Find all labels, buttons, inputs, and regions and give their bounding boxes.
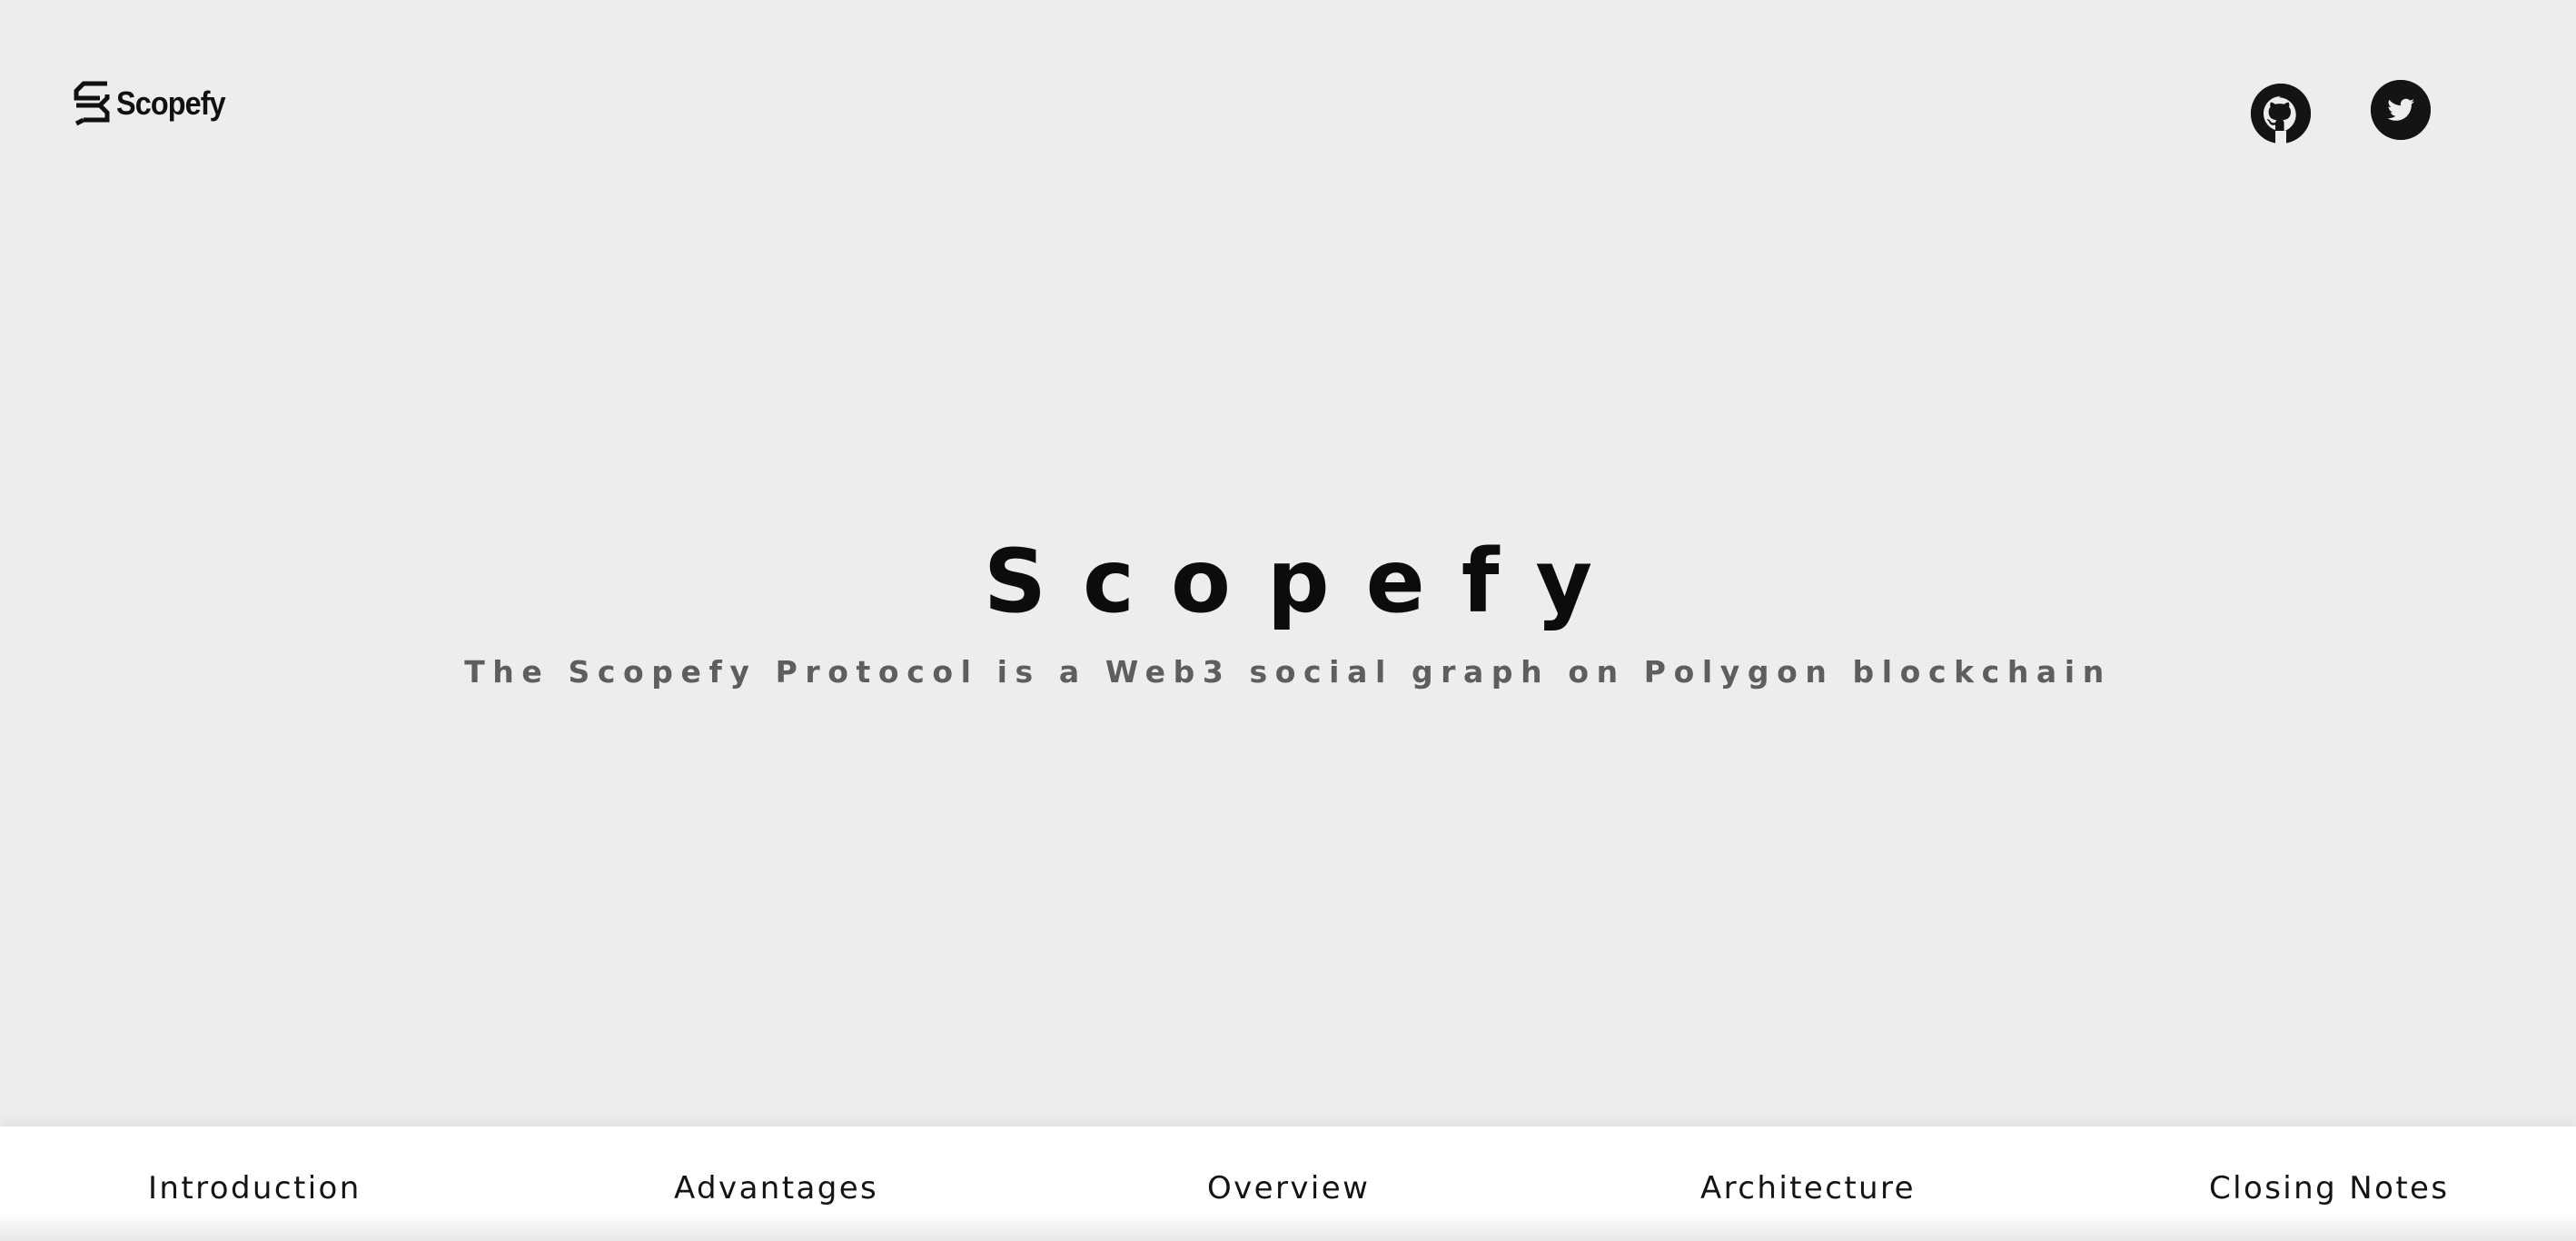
twitter-link[interactable]: [2371, 80, 2431, 140]
page: Scopefy Scopefy The Scopefy Protocol is …: [0, 0, 2576, 1241]
scopefy-logo-icon: [74, 81, 110, 126]
nav-bottom-shadow: [0, 1214, 2576, 1241]
nav-item-closing-notes[interactable]: Closing Notes: [2209, 1168, 2450, 1208]
section-nav: Introduction Advantages Overview Archite…: [0, 1127, 2576, 1241]
hero-title: Scopefy: [983, 531, 1630, 632]
hero-subtitle: The Scopefy Protocol is a Web3 social gr…: [464, 654, 2112, 690]
logo-text: Scopefy: [116, 84, 226, 122]
github-link[interactable]: [2251, 84, 2311, 144]
nav-item-architecture[interactable]: Architecture: [1700, 1168, 1916, 1208]
nav-item-advantages[interactable]: Advantages: [674, 1168, 878, 1208]
github-icon: [2251, 84, 2311, 144]
nav-item-introduction[interactable]: Introduction: [148, 1168, 362, 1208]
nav-item-overview[interactable]: Overview: [1207, 1168, 1370, 1208]
twitter-icon: [2371, 80, 2431, 140]
logo-link[interactable]: Scopefy: [73, 78, 237, 129]
